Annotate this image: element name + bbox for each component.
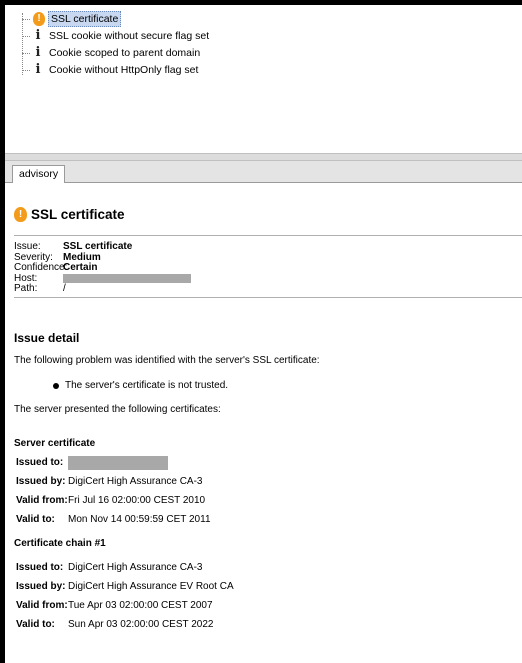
certificates-intro: The server presented the following certi… — [14, 404, 221, 415]
tab-advisory[interactable]: advisory — [12, 165, 66, 184]
server-cert-valid-from: Valid from: Fri Jul 16 02:00:00 CEST 201… — [16, 495, 205, 507]
pane-splitter[interactable] — [5, 153, 522, 161]
valid-from-value: Tue Apr 03 02:00:00 CEST 2007 — [68, 600, 213, 611]
tree-item-ssl-cookie-secure-flag[interactable]: i SSL cookie without secure flag set — [22, 28, 211, 44]
valid-to-value: Mon Nov 14 00:59:59 CET 2011 — [68, 514, 211, 525]
redacted-host — [63, 273, 191, 283]
issued-to-value — [68, 456, 168, 470]
advisory-title: ! SSL certificate — [14, 207, 125, 222]
tree-item-cookie-parent-domain[interactable]: i Cookie scoped to parent domain — [22, 45, 202, 61]
issued-by-label: Issued by: — [16, 581, 66, 592]
advisory-title-text: SSL certificate — [31, 207, 125, 222]
server-cert-valid-to: Valid to: Mon Nov 14 00:59:59 CET 2011 — [16, 514, 211, 526]
confidence-label: Confidence: — [14, 262, 68, 273]
issued-by-value: DigiCert High Assurance CA-3 — [68, 476, 203, 487]
issue-detail-bullet: The server's certificate is not trusted. — [53, 380, 228, 392]
valid-to-value: Sun Apr 03 02:00:00 CEST 2022 — [68, 619, 214, 630]
valid-to-label: Valid to: — [16, 514, 55, 525]
info-icon: i — [35, 45, 41, 60]
confidence-value: Certain — [63, 262, 98, 273]
chain-cert-valid-from: Valid from: Tue Apr 03 02:00:00 CEST 200… — [16, 600, 213, 612]
host-value — [63, 273, 191, 285]
issue-tree[interactable]: ! SSL certificate i SSL cookie without s… — [5, 5, 522, 153]
issued-to-label: Issued to: — [16, 457, 64, 468]
issued-by-value: DigiCert High Assurance EV Root CA — [68, 581, 234, 592]
tree-item-label: Cookie without HttpOnly flag set — [49, 64, 199, 76]
summary-path: Path: / — [14, 283, 66, 295]
valid-from-label: Valid from: — [16, 495, 68, 506]
chain-cert-valid-to: Valid to: Sun Apr 03 02:00:00 CEST 2022 — [16, 619, 213, 631]
tree-item-label: Cookie scoped to parent domain — [49, 47, 201, 59]
valid-from-label: Valid from: — [16, 600, 68, 611]
server-cert-issued-by: Issued by: DigiCert High Assurance CA-3 — [16, 476, 203, 488]
server-cert-issued-to: Issued to: — [16, 456, 168, 470]
issued-by-label: Issued by: — [16, 476, 66, 487]
issued-to-label: Issued to: — [16, 562, 64, 573]
summary-confidence: Confidence: Certain — [14, 262, 98, 274]
valid-from-value: Fri Jul 16 02:00:00 CEST 2010 — [68, 495, 206, 506]
server-certificate-heading: Server certificate — [14, 438, 96, 449]
issue-detail-bullet-text: The server's certificate is not trusted. — [65, 380, 229, 391]
summary-host: Host: — [14, 273, 191, 285]
warning-icon: ! — [33, 12, 45, 26]
tree-branch-line — [22, 18, 30, 20]
issue-value: SSL certificate — [63, 241, 133, 252]
divider — [14, 297, 522, 298]
summary-issue: Issue: SSL certificate — [14, 241, 133, 253]
chain-cert-issued-by: Issued by: DigiCert High Assurance EV Ro… — [16, 581, 234, 593]
issue-label: Issue: — [14, 241, 41, 252]
path-label: Path: — [14, 283, 38, 294]
tree-item-label: SSL certificate — [48, 11, 122, 27]
info-icon: i — [35, 62, 41, 77]
tree-branch-line — [22, 52, 30, 54]
warning-icon: ! — [14, 207, 27, 222]
valid-to-label: Valid to: — [16, 619, 55, 630]
tree-branch-line — [22, 69, 30, 71]
issued-to-value: DigiCert High Assurance CA-3 — [68, 562, 203, 573]
scanner-issue-window: ! SSL certificate i SSL cookie without s… — [5, 5, 522, 663]
tree-item-cookie-httponly[interactable]: i Cookie without HttpOnly flag set — [22, 62, 200, 78]
tree-item-ssl-certificate[interactable]: ! SSL certificate — [22, 11, 122, 27]
info-icon: i — [35, 28, 41, 43]
issue-detail-heading: Issue detail — [14, 331, 80, 345]
tree-branch-line — [22, 35, 30, 37]
certificate-chain-heading: Certificate chain #1 — [14, 538, 106, 549]
bullet-dot — [53, 383, 59, 389]
issue-detail-intro: The following problem was identified wit… — [14, 355, 320, 366]
tree-item-label: SSL cookie without secure flag set — [49, 30, 210, 42]
path-value: / — [63, 283, 66, 294]
chain-cert-issued-to: Issued to: DigiCert High Assurance CA-3 — [16, 562, 203, 574]
divider — [14, 235, 522, 236]
redacted-issued-to — [68, 456, 168, 470]
advisory-panel: ! SSL certificate Issue: SSL certificate… — [5, 183, 522, 663]
detail-tab-strip: advisory — [5, 161, 522, 184]
